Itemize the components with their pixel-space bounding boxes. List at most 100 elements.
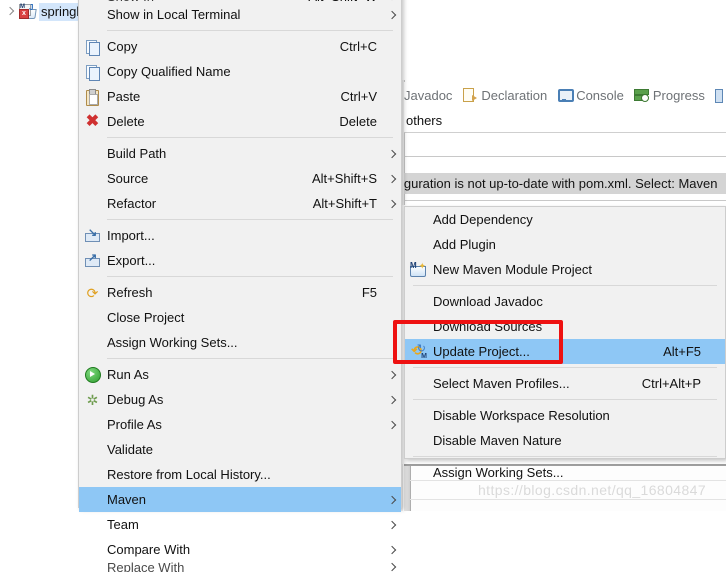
menu-item-debug-as[interactable]: ✲ Debug As [79,387,401,412]
menu-item-refactor[interactable]: Refactor Alt+Shift+T [79,191,401,216]
menu-item-label: Copy [107,39,138,54]
menu-item-label: Validate [107,442,154,457]
menu-icon-slot [79,362,106,387]
menu-separator [413,367,717,368]
view-header-row: others [404,108,726,133]
menu-icon-slot [405,207,432,232]
menu-icon-slot [79,305,106,330]
panel-divider-bottom [404,200,726,201]
maven-submenu[interactable]: Add Dependency Add Plugin M ✦ New Maven M… [404,206,726,480]
menu-item-accel: Delete [339,114,377,129]
menu-icon-slot [79,462,106,487]
menu-item-accel: Alt+F5 [663,344,701,359]
menu-item-label: Refactor [107,196,157,211]
menu-item-close-project[interactable]: Close Project [79,305,401,330]
menu-icon-slot: ✖ [79,109,106,134]
menu-item-clipped-bottom[interactable]: Replace With [79,562,401,572]
menu-item-label: Assign Working Sets... [107,335,238,350]
menu-item-validate[interactable]: Validate [79,437,401,462]
import-icon: ↘ [84,227,101,244]
menu-item-label: New Maven Module Project [433,262,592,277]
export-icon: ↗ [84,252,101,269]
menu-item-label: Disable Maven Nature [433,433,562,448]
menu-item-label: Build Path [107,146,167,161]
copy-qualified-name-icon [84,64,101,81]
menu-item-source[interactable]: Source Alt+Shift+S [79,166,401,191]
menu-separator [107,30,393,31]
menu-icon-slot [405,428,432,453]
menu-item-label: Refresh [107,285,153,300]
menu-item-label: Team [107,517,139,532]
tab-progress[interactable]: Progress [633,87,705,103]
menu-item-copy-qualified-name[interactable]: Copy Qualified Name [79,59,401,84]
menu-item-accel: Ctrl+Alt+P [641,376,701,391]
menu-item-label: Close Project [107,310,185,325]
menu-item-copy[interactable]: Copy Ctrl+C [79,34,401,59]
menu-item-compare-with[interactable]: Compare With [79,537,401,562]
menu-icon-slot [79,437,106,462]
menu-icon-slot [405,289,432,314]
menu-item-maven[interactable]: Maven [79,487,401,512]
debug-icon: ✲ [86,391,99,408]
tab-declaration[interactable]: Declaration [462,88,547,103]
menu-icon-slot [405,403,432,428]
submenu-item-add-plugin[interactable]: Add Plugin [405,232,725,257]
menu-item-build-path[interactable]: Build Path [79,141,401,166]
view-tab-label: Progress [652,87,705,103]
menu-item-label: Compare With [107,542,191,557]
menu-item-assign-working-sets[interactable]: Assign Working Sets... [79,330,401,355]
menu-icon-slot [405,232,432,257]
menu-item-restore-from-local-history[interactable]: Restore from Local History... [79,462,401,487]
menu-icon-slot [79,141,106,166]
project-context-menu[interactable]: Show In Alt+Shift+W Show in Local Termin… [78,0,402,572]
view-tab-label: Declaration [481,87,548,103]
submenu-item-disable-workspace-resolution[interactable]: Disable Workspace Resolution [405,403,725,428]
menu-separator [107,219,393,220]
grid-line [410,499,726,500]
menu-item-label: Debug As [107,392,164,407]
menu-item-paste[interactable]: Paste Ctrl+V [79,84,401,109]
view-tab-bar[interactable]: Javadoc Declaration Console Progress [404,82,726,108]
menu-item-profile-as[interactable]: Profile As [79,412,401,437]
submenu-item-download-javadoc[interactable]: Download Javadoc [405,289,725,314]
submenu-item-download-sources[interactable]: Download Sources [405,314,725,339]
menu-icon-slot [79,84,106,109]
tab-partial[interactable] [714,88,726,103]
paste-icon [84,88,101,106]
submenu-item-assign-working-sets[interactable]: Assign Working Sets... [405,460,725,485]
menu-item-label: Select Maven Profiles... [433,376,570,391]
menu-item-label: Assign Working Sets... [433,465,564,480]
problem-message-row[interactable]: iguration is not up-to-date with pom.xml… [404,173,726,194]
menu-icon-slot [79,412,106,437]
menu-separator [413,399,717,400]
menu-separator [107,276,393,277]
refresh-icon: ⟳ [86,284,99,301]
tab-console[interactable]: Console [557,88,624,103]
menu-separator [107,137,393,138]
tab-javadoc[interactable]: Javadoc [404,88,452,103]
chevron-right-icon[interactable] [4,6,16,18]
copy-icon [84,39,101,56]
submenu-item-add-dependency[interactable]: Add Dependency [405,207,725,232]
menu-icon-slot [79,512,106,537]
menu-item-run-as[interactable]: Run As [79,362,401,387]
menu-icon-slot: ↘ [79,223,106,248]
menu-item-refresh[interactable]: ⟳ Refresh F5 [79,280,401,305]
project-explorer-tree-row[interactable]: M J x springb [0,2,86,21]
menu-icon-slot [405,460,432,485]
submenu-item-disable-maven-nature[interactable]: Disable Maven Nature [405,428,725,453]
menu-item-export[interactable]: ↗ Export... [79,248,401,273]
menu-separator [107,358,393,359]
menu-item-label: Profile As [107,417,162,432]
menu-item-label: Add Dependency [433,212,533,227]
menu-item-import[interactable]: ↘ Import... [79,223,401,248]
menu-item-accel: Ctrl+V [340,89,377,104]
menu-item-show-in-local-terminal[interactable]: Show in Local Terminal [79,2,401,27]
menu-item-delete[interactable]: ✖ Delete Delete [79,109,401,134]
menu-icon-slot [79,537,106,562]
submenu-item-select-maven-profiles[interactable]: Select Maven Profiles... Ctrl+Alt+P [405,371,725,396]
submenu-item-new-maven-module-project[interactable]: M ✦ New Maven Module Project [405,257,725,282]
menu-item-team[interactable]: Team [79,512,401,537]
menu-item-label: Show in Local Terminal [107,7,241,22]
submenu-item-update-project[interactable]: ⟲ ↻ M Update Project... Alt+F5 [405,339,725,364]
